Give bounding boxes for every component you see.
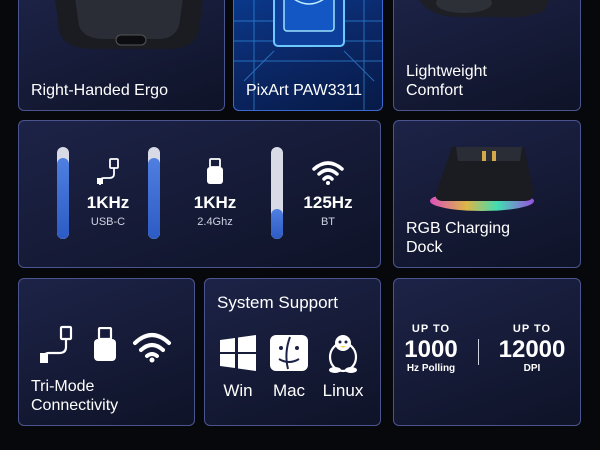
tux-penguin-icon [328, 335, 358, 373]
sensor-feature-card: PixArt PAW3311 [233, 0, 383, 111]
2-4ghz-polling-fill [148, 158, 160, 239]
system-support-card: System Support Win Mac Linux [204, 278, 381, 426]
usb-c-polling-value: 1KHz [86, 193, 130, 212]
dpi-up-to: UP TO [512, 323, 552, 335]
ergo-feature-card: Right-Handed Ergo [18, 0, 225, 111]
wifi-icon [312, 161, 344, 185]
lightweight-feature-card: Lightweight Comfort [393, 0, 581, 111]
usb-c-label: USB-C [90, 216, 126, 228]
windows-icon [220, 335, 256, 371]
system-support-title: System Support [217, 293, 338, 312]
charging-dock-image [430, 147, 534, 211]
tri-mode-card: Tri-Mode Connectivity [18, 278, 195, 426]
usb-dongle-icon [207, 158, 223, 184]
usb-c-polling-fill [57, 158, 69, 239]
lightweight-label: Lightweight Comfort [406, 63, 487, 99]
polling-rate-value: 1000 [404, 336, 458, 363]
ergo-label: Right-Handed Ergo [31, 82, 168, 99]
bt-polling-bar [271, 147, 283, 239]
specs-card: UP TO 1000 Hz Polling UP TO 12000 DPI [393, 278, 581, 426]
wifi-icon [133, 333, 171, 363]
polling-unit: Hz Polling [406, 363, 456, 374]
usb-cable-icon [97, 158, 119, 185]
charging-dock-card: RGB Charging Dock [393, 120, 581, 268]
specs-divider [478, 339, 479, 365]
sensor-label: PixArt PAW3311 [246, 82, 363, 99]
usb-c-polling-bar [57, 147, 69, 239]
finder-icon [270, 335, 308, 371]
linux-label: Linux [322, 381, 364, 400]
bt-label: BT [320, 216, 336, 228]
bt-polling-value: 125Hz [303, 193, 353, 212]
mac-label: Mac [272, 381, 306, 400]
polling-modes-card: 1KHz USB-C 1KHz 2.4Ghz 125Hz BT [18, 120, 381, 268]
usb-cable-icon [40, 325, 73, 363]
bt-polling-fill [271, 208, 283, 239]
dpi-value: 12000 [498, 336, 566, 363]
2-4ghz-label: 2.4Ghz [197, 216, 233, 228]
tri-mode-label: Tri-Mode Connectivity [31, 378, 119, 414]
dock-label: RGB Charging Dock [406, 220, 511, 256]
usb-dongle-icon [94, 327, 116, 361]
2-4ghz-polling-value: 1KHz [193, 193, 237, 212]
2-4ghz-polling-bar [148, 147, 160, 239]
dpi-unit: DPI [523, 363, 541, 374]
polling-up-to: UP TO [411, 323, 451, 335]
windows-label: Win [223, 381, 253, 400]
